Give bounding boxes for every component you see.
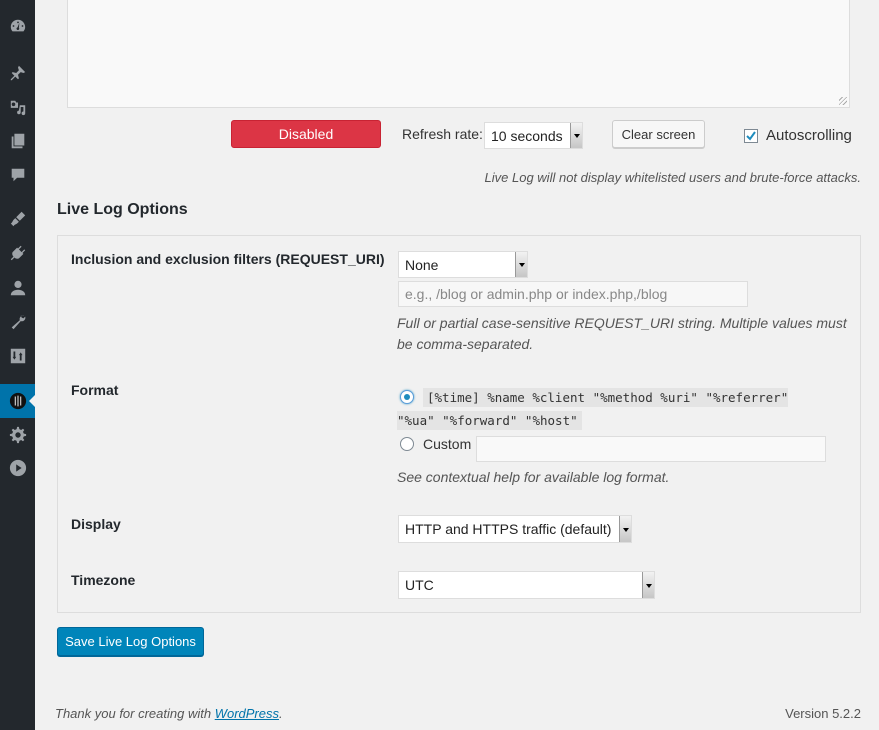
wordpress-link[interactable]: WordPress <box>215 706 279 721</box>
sidebar-item-security-plugin[interactable] <box>0 384 35 418</box>
checkmark-icon <box>746 130 756 141</box>
autoscrolling-label: Autoscrolling <box>766 127 852 144</box>
sidebar-item-posts[interactable] <box>0 58 35 88</box>
timezone-select-value: UTC <box>405 577 434 593</box>
gear-icon <box>9 426 26 444</box>
custom-format-input[interactable] <box>476 436 826 462</box>
timezone-select[interactable]: UTC <box>398 571 655 599</box>
display-select[interactable]: HTTP and HTTPS traffic (default) <box>398 515 632 543</box>
sidebar-item-plugins[interactable] <box>0 238 35 268</box>
sidebar-item-media-player[interactable] <box>0 453 35 483</box>
autoscrolling-checkbox[interactable] <box>744 128 758 143</box>
footer-thanks-suffix: . <box>279 706 283 721</box>
sidebar-item-pages[interactable] <box>0 126 35 156</box>
sidebar-item-dashboard[interactable] <box>0 11 35 41</box>
footer-thanks: Thank you for creating with WordPress. <box>55 706 283 721</box>
admin-sidebar <box>0 0 35 730</box>
pin-icon <box>10 65 25 81</box>
resize-handle[interactable] <box>839 97 847 105</box>
custom-format-radio[interactable] <box>400 437 414 451</box>
default-format-code: [%time] %name %client "%method %uri" "%r… <box>397 388 789 430</box>
footer-thanks-text: Thank you for creating with <box>55 706 215 721</box>
filters-description: Full or partial case-sensitive REQUEST_U… <box>397 315 847 352</box>
chevron-down-icon <box>642 572 654 598</box>
sidebar-item-media[interactable] <box>0 92 35 122</box>
default-format-option: [%time] %name %client "%method %uri" "%r… <box>397 386 827 432</box>
sidebar-item-users[interactable] <box>0 273 35 303</box>
dashboard-icon <box>10 19 25 32</box>
display-select-value: HTTP and HTTPS traffic (default) <box>405 521 612 537</box>
filters-select-value: None <box>405 256 439 273</box>
refresh-rate-value: 10 seconds <box>491 127 563 144</box>
format-description: See contextual help for available log fo… <box>397 469 670 485</box>
sidebar-item-settings[interactable] <box>0 420 35 450</box>
custom-format-option: Custom <box>400 436 471 452</box>
format-label: Format <box>71 382 119 398</box>
user-icon <box>10 280 25 296</box>
default-format-radio[interactable] <box>400 390 414 404</box>
plugin-icon <box>10 245 25 261</box>
sliders-icon <box>10 348 25 364</box>
display-label: Display <box>71 516 121 532</box>
refresh-rate-select[interactable]: 10 seconds <box>484 122 583 149</box>
pages-icon <box>11 133 24 149</box>
timezone-label: Timezone <box>71 572 136 588</box>
chevron-down-icon <box>570 123 582 148</box>
request-uri-input[interactable]: e.g., /blog or admin.php or index.php,/b… <box>398 281 748 307</box>
filters-select[interactable]: None <box>398 251 528 278</box>
paintbrush-icon <box>10 211 25 227</box>
sidebar-item-appearance[interactable] <box>0 204 35 234</box>
chevron-down-icon <box>619 516 631 542</box>
filters-label: Inclusion and exclusion filters (REQUEST… <box>71 251 385 267</box>
clear-screen-button[interactable]: Clear screen <box>612 120 705 148</box>
sidebar-item-sliders[interactable] <box>0 341 35 371</box>
live-log-output[interactable] <box>67 0 850 108</box>
custom-format-label: Custom <box>423 436 472 452</box>
section-title: Live Log Options <box>57 201 188 218</box>
sidebar-item-tools[interactable] <box>0 307 35 337</box>
save-live-log-options-button[interactable]: Save Live Log Options <box>57 627 204 656</box>
refresh-rate-label: Refresh rate: <box>402 126 483 142</box>
wrench-icon <box>11 315 25 330</box>
media-icon <box>10 100 25 116</box>
sidebar-item-comments[interactable] <box>0 160 35 190</box>
chevron-down-icon <box>515 252 527 277</box>
play-icon <box>9 459 26 477</box>
comment-icon <box>11 168 24 182</box>
plugin-logo-icon <box>9 392 26 410</box>
request-uri-placeholder: e.g., /blog or admin.php or index.php,/b… <box>405 286 668 302</box>
live-log-notice: Live Log will not display whitelisted us… <box>484 170 861 185</box>
footer-version: Version 5.2.2 <box>785 706 861 721</box>
live-log-status-button[interactable]: Disabled <box>231 120 381 148</box>
autoscrolling-toggle[interactable]: Autoscrolling <box>736 127 852 144</box>
